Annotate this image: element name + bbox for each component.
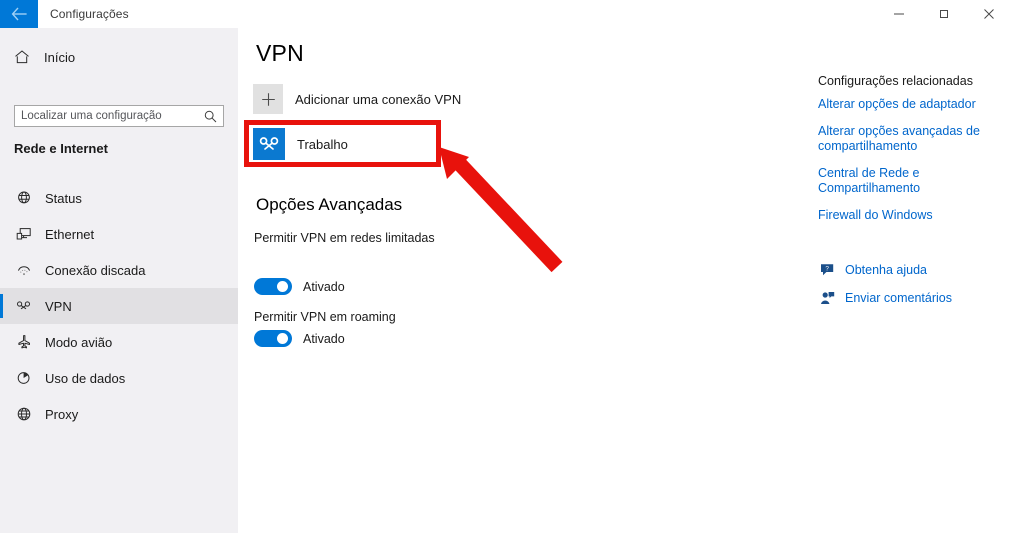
sidebar-item-home-label: Início bbox=[44, 49, 76, 65]
close-button[interactable] bbox=[966, 0, 1011, 28]
toggle-knob bbox=[277, 333, 288, 344]
related-link-adapter-options[interactable]: Alterar opções de adaptador bbox=[818, 97, 998, 112]
option-metered-networks-toggle[interactable] bbox=[254, 278, 292, 295]
sidebar-item-dialup[interactable]: Conexão discada bbox=[0, 252, 238, 288]
related-settings-panel: Configurações relacionadas Alterar opçõe… bbox=[818, 74, 998, 235]
home-icon bbox=[14, 47, 34, 67]
back-button[interactable] bbox=[0, 0, 38, 28]
vpn-connection-label: Trabalho bbox=[297, 136, 348, 152]
sidebar-item-ethernet-label: Ethernet bbox=[45, 226, 95, 242]
add-vpn-connection-label: Adicionar uma conexão VPN bbox=[295, 91, 462, 107]
toggle-knob bbox=[277, 281, 288, 292]
sidebar-item-home[interactable]: Início bbox=[0, 42, 238, 72]
add-vpn-connection-button[interactable]: Adicionar uma conexão VPN bbox=[253, 84, 461, 114]
related-link-advanced-sharing[interactable]: Alterar opções avançadas de compartilham… bbox=[818, 124, 998, 154]
title-bar: Configurações bbox=[0, 0, 1011, 28]
send-feedback-button[interactable]: Enviar comentários bbox=[818, 290, 998, 306]
option-roaming-label: Permitir VPN em roaming bbox=[254, 310, 396, 324]
sidebar-item-airplane-mode-label: Modo avião bbox=[45, 334, 113, 350]
sidebar-item-ethernet[interactable]: Ethernet bbox=[0, 216, 238, 252]
minimize-button[interactable] bbox=[876, 0, 921, 28]
sidebar-item-dialup-label: Conexão discada bbox=[45, 262, 146, 278]
sidebar-item-proxy[interactable]: Proxy bbox=[0, 396, 238, 432]
main-content: VPN Adicionar uma conexão VPN Trabalho O… bbox=[238, 28, 1011, 533]
globe-status-icon bbox=[14, 188, 34, 208]
sidebar-item-vpn[interactable]: VPN bbox=[0, 288, 238, 324]
sidebar: Início Rede e Internet Status bbox=[0, 28, 238, 533]
advanced-options-heading: Opções Avançadas bbox=[256, 195, 403, 214]
close-icon bbox=[983, 8, 995, 20]
maximize-icon bbox=[938, 8, 950, 20]
help-block: ? Obtenha ajuda Enviar comentários bbox=[818, 262, 998, 318]
vpn-connection-item-trabalho[interactable]: Trabalho bbox=[253, 125, 438, 163]
option-roaming-toggle-row: Ativado bbox=[254, 330, 345, 347]
maximize-button[interactable] bbox=[921, 0, 966, 28]
minimize-icon bbox=[893, 8, 905, 20]
sidebar-section-heading: Rede e Internet bbox=[14, 141, 108, 156]
option-metered-networks-toggle-row: Ativado bbox=[254, 278, 345, 295]
ethernet-icon bbox=[14, 224, 34, 244]
sidebar-item-status-label: Status bbox=[45, 190, 82, 206]
get-help-label: Obtenha ajuda bbox=[845, 263, 928, 277]
sidebar-item-airplane-mode[interactable]: Modo avião bbox=[0, 324, 238, 360]
data-usage-icon bbox=[14, 368, 34, 388]
window-title: Configurações bbox=[50, 7, 129, 21]
option-metered-networks-label: Permitir VPN em redes limitadas bbox=[254, 231, 435, 245]
page-title: VPN bbox=[256, 40, 304, 66]
search-input[interactable] bbox=[15, 106, 198, 126]
dialup-icon bbox=[14, 260, 34, 280]
help-question-icon: ? bbox=[818, 262, 836, 278]
plus-icon bbox=[253, 84, 283, 114]
vpn-connection-icon bbox=[253, 128, 285, 160]
svg-text:?: ? bbox=[825, 265, 829, 272]
related-link-windows-firewall[interactable]: Firewall do Windows bbox=[818, 208, 998, 223]
search-box[interactable] bbox=[14, 105, 224, 127]
option-roaming-state: Ativado bbox=[303, 331, 345, 346]
sidebar-item-proxy-label: Proxy bbox=[45, 406, 79, 422]
feedback-person-icon bbox=[818, 290, 836, 306]
vpn-icon bbox=[14, 296, 34, 316]
sidebar-item-data-usage-label: Uso de dados bbox=[45, 370, 126, 386]
option-metered-networks-state: Ativado bbox=[303, 279, 345, 294]
send-feedback-label: Enviar comentários bbox=[845, 291, 952, 305]
airplane-icon bbox=[14, 332, 34, 352]
search-icon bbox=[198, 110, 223, 123]
proxy-globe-icon bbox=[14, 404, 34, 424]
related-settings-heading: Configurações relacionadas bbox=[818, 74, 973, 88]
sidebar-item-status[interactable]: Status bbox=[0, 180, 238, 216]
sidebar-item-data-usage[interactable]: Uso de dados bbox=[0, 360, 238, 396]
back-arrow-icon bbox=[11, 7, 28, 21]
sidebar-nav-list: Status Ethernet Conexão discada VPN Modo… bbox=[0, 180, 238, 432]
related-link-network-sharing-center[interactable]: Central de Rede e Compartilhamento bbox=[818, 166, 998, 196]
sidebar-item-vpn-label: VPN bbox=[45, 298, 72, 314]
get-help-button[interactable]: ? Obtenha ajuda bbox=[818, 262, 998, 278]
option-roaming-toggle[interactable] bbox=[254, 330, 292, 347]
